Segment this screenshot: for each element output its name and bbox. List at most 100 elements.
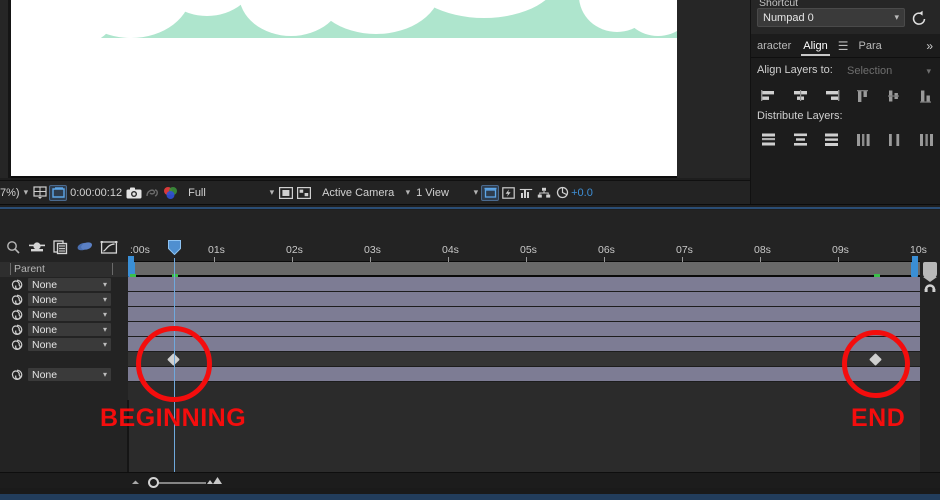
pick-whip-icon[interactable]: [10, 278, 24, 292]
layer-row[interactable]: None ▾: [0, 322, 128, 337]
reset-exposure-icon[interactable]: [553, 185, 571, 201]
zoom-out-icon[interactable]: [128, 474, 144, 488]
pick-whip-icon[interactable]: [10, 308, 24, 322]
layer-duration-bar[interactable]: [128, 307, 920, 322]
grid-and-guides-icon[interactable]: [31, 185, 49, 201]
layer-row[interactable]: None ▾: [0, 337, 128, 352]
align-right-icon[interactable]: [820, 86, 844, 106]
tab-paragraph-label: Para: [858, 39, 882, 52]
motion-blur-icon[interactable]: [26, 236, 48, 258]
graph-editor-icon[interactable]: [98, 236, 120, 258]
timeline-layer-area[interactable]: [128, 277, 920, 472]
comp-flowchart-icon[interactable]: [517, 185, 535, 201]
resolution-control[interactable]: Full ▾: [185, 181, 277, 204]
zoom-slider-knob[interactable]: [148, 477, 159, 488]
panel-menu-icon[interactable]: ☰: [834, 39, 853, 53]
parent-select-value: None: [32, 323, 58, 336]
show-snapshot-icon[interactable]: [143, 185, 161, 201]
right-dock-panel: Shortcut Numpad 0 ▾ aracter Align ☰ Para…: [750, 0, 940, 206]
reset-arrow-icon[interactable]: [910, 9, 928, 27]
layer-row[interactable]: [0, 352, 128, 367]
pick-whip-icon[interactable]: [10, 293, 24, 307]
parent-select[interactable]: None ▾: [28, 338, 111, 351]
region-of-interest-icon[interactable]: [49, 184, 68, 201]
current-time-indicator-head[interactable]: [168, 240, 181, 255]
layer-row[interactable]: None ▾: [0, 367, 128, 382]
parent-select[interactable]: None ▾: [28, 323, 111, 336]
chevron-down-icon: ▾: [102, 325, 107, 334]
search-icon[interactable]: [2, 236, 24, 258]
layer-row[interactable]: None ▾: [0, 292, 128, 307]
composition-viewer[interactable]: [0, 0, 750, 178]
exposure-value[interactable]: +0.0: [571, 187, 593, 199]
ruler-tick-label: 04s: [442, 244, 459, 256]
draft-3d-icon[interactable]: [74, 236, 96, 258]
chevron-double-right-icon[interactable]: »: [926, 39, 940, 53]
layer-row[interactable]: None ▾: [0, 277, 128, 292]
views-control[interactable]: 1 View ▾: [413, 181, 481, 204]
camera-icon[interactable]: [125, 185, 143, 201]
layer-duration-bar[interactable]: [128, 322, 920, 337]
camera-view-control[interactable]: Active Camera ▾: [319, 181, 413, 204]
layer-duration-bar[interactable]: [128, 277, 920, 292]
ruler-tick-label: 10s: [910, 244, 927, 256]
work-area-bar[interactable]: [128, 262, 920, 277]
layer-duration-bar[interactable]: [128, 367, 920, 382]
toggle-mask-icon[interactable]: [295, 185, 313, 201]
ruler-tick-label: 08s: [754, 244, 771, 256]
transparency-grid-icon[interactable]: [277, 185, 295, 201]
layer-row[interactable]: None ▾: [0, 307, 128, 322]
distribute-horizontal-center-icon[interactable]: [883, 130, 907, 150]
tab-paragraph[interactable]: Para: [852, 34, 887, 58]
align-top-icon[interactable]: [852, 86, 876, 106]
timeline-vertical-scrollbar[interactable]: [920, 262, 940, 485]
tab-character[interactable]: aracter: [751, 34, 797, 58]
parent-select-value: None: [32, 338, 58, 351]
time-ruler[interactable]: :00s 01s 02s 03s 04s 05s 06s 07s 08s 09s 10s: [128, 238, 927, 262]
current-timecode[interactable]: 0:00:00:12: [67, 181, 125, 204]
align-layers-to-select[interactable]: Selection ▾: [843, 62, 935, 80]
parent-select[interactable]: None ▾: [28, 368, 111, 381]
parent-select[interactable]: None ▾: [28, 308, 111, 321]
pick-whip-icon[interactable]: [10, 338, 24, 352]
distribute-top-icon[interactable]: [757, 130, 781, 150]
align-bottom-icon[interactable]: [915, 86, 939, 106]
distribute-left-icon[interactable]: [852, 130, 876, 150]
parent-select[interactable]: None ▾: [28, 278, 111, 291]
frame-blend-icon[interactable]: [50, 236, 72, 258]
pick-whip-icon[interactable]: [10, 323, 24, 337]
work-area-top-end[interactable]: [912, 256, 918, 263]
distribute-bottom-icon[interactable]: [820, 130, 844, 150]
work-area-end-handle[interactable]: [911, 262, 918, 277]
snapping-magnet-icon[interactable]: [922, 278, 938, 294]
parent-column-header[interactable]: Parent: [14, 263, 45, 275]
layer-duration-bar[interactable]: [128, 292, 920, 307]
channel-rgb-icon[interactable]: [161, 185, 179, 201]
tab-align[interactable]: Align: [797, 34, 833, 58]
pick-whip-icon[interactable]: [10, 368, 24, 382]
zoom-level-control[interactable]: 7%) ▾: [0, 181, 31, 204]
column-header-bar: Parent: [0, 262, 128, 277]
align-left-icon[interactable]: [757, 86, 781, 106]
work-area-top-start[interactable]: [128, 256, 134, 263]
distribute-right-icon[interactable]: [915, 130, 939, 150]
layer-duration-bar[interactable]: [128, 337, 920, 352]
zoom-level-value: 7%): [0, 186, 20, 199]
distribute-vertical-center-icon[interactable]: [789, 130, 813, 150]
ruler-tick-label: 07s: [676, 244, 693, 256]
ruler-tick-label: :00s: [130, 244, 150, 256]
layer-parent-column: None ▾ None ▾ None ▾ None ▾ None ▾ None ▾: [0, 277, 128, 472]
flowchart-icon[interactable]: [535, 185, 553, 201]
composition-canvas[interactable]: [11, 0, 677, 176]
scrollbar-thumb[interactable]: [923, 262, 937, 282]
align-horizontal-center-icon[interactable]: [789, 86, 813, 106]
shortcut-select[interactable]: Numpad 0 ▾: [757, 8, 905, 27]
parent-select[interactable]: None ▾: [28, 293, 111, 306]
fast-previews-icon[interactable]: [499, 185, 517, 201]
align-vertical-center-icon[interactable]: [883, 86, 907, 106]
zoom-slider-track[interactable]: [152, 482, 206, 484]
timeline-zoom-slider[interactable]: [128, 476, 223, 488]
zoom-in-icon[interactable]: [206, 473, 224, 487]
layer-empty-row[interactable]: [128, 352, 920, 367]
pixel-aspect-correction-icon[interactable]: [481, 184, 500, 201]
